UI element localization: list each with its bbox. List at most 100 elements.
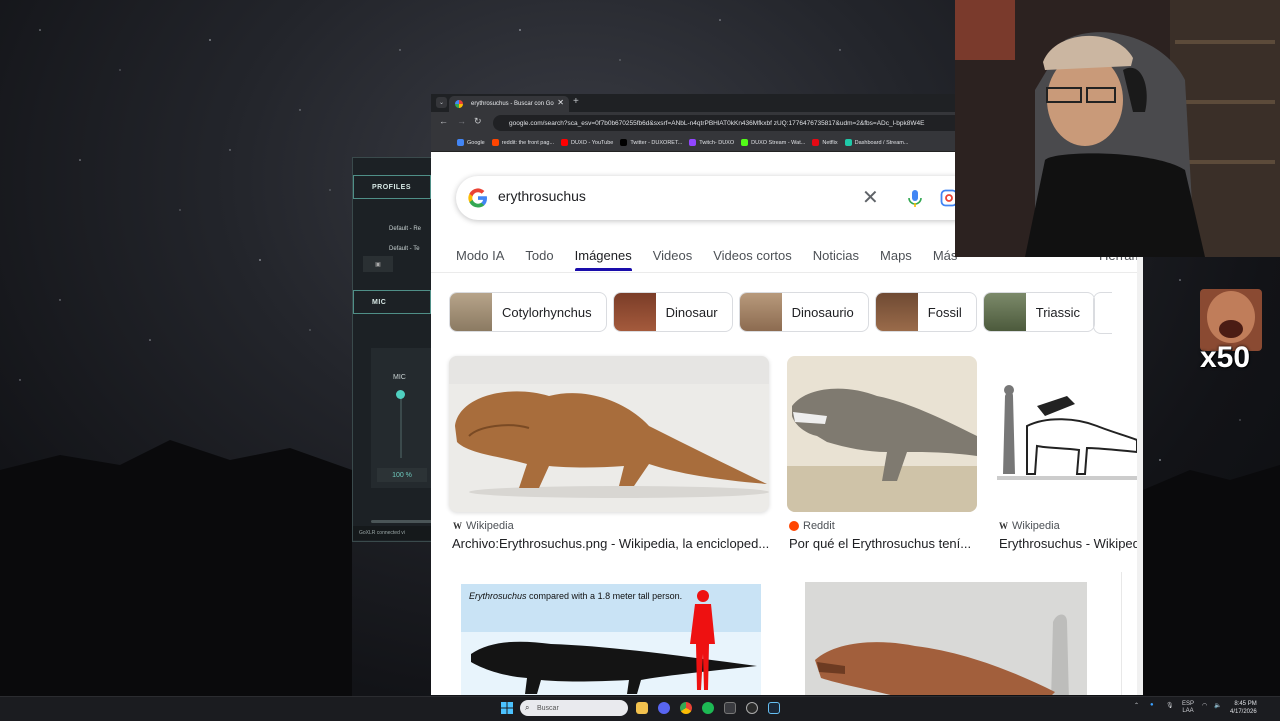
chip-thumbnail [983,293,1026,331]
related-chip[interactable]: Fossil [874,292,977,332]
result-source: Reddit [789,520,835,532]
profile-item[interactable]: Default - Te [389,246,420,252]
result-thumbnail[interactable] [787,356,977,512]
skeleton-diagram [997,385,1137,480]
bookmark-item[interactable]: Twitter - DUXORET... [620,139,682,146]
app-window-icon[interactable] [724,702,736,714]
bookmark-favicon-icon [561,139,569,146]
related-chip[interactable]: Dinosaur [612,292,733,332]
related-chips: Cotylorhynchus Dinosaur Dinosaurio Fossil Tr… [449,292,1096,332]
wikipedia-icon: W [453,521,462,531]
chip-label: Triassic [1035,304,1081,320]
connection-status: GoXLR connected vi [353,526,433,540]
result-title[interactable]: Por qué el Erythrosuchus tení... [789,536,979,551]
browser-tab[interactable]: erythrosuchus - Buscar con Go ✕ [449,96,569,112]
image-result[interactable] [791,572,1101,695]
result-thumbnail [805,582,1087,695]
image-result[interactable] [787,356,977,512]
webcam-overlay [955,0,1280,257]
chip-thumbnail [450,293,492,331]
result-source: W Wikipedia [999,520,1060,532]
search-icon: ⌕ [525,703,530,712]
close-tab-icon[interactable]: ✕ [557,98,564,107]
windows-start-icon[interactable] [501,702,513,714]
file-explorer-icon[interactable] [636,702,648,714]
reddit-icon [789,521,799,531]
tray-app-icon[interactable]: ● [1150,702,1154,708]
bookmark-favicon-icon [457,139,464,146]
search-query: erythrosuchus [498,188,586,204]
spotify-icon[interactable] [702,702,714,714]
result-thumbnail[interactable] [449,356,769,512]
mic-tab[interactable]: MIC [353,290,431,314]
tray-overflow-icon[interactable]: ⌃ [1134,702,1139,709]
image-result[interactable] [449,356,769,512]
chip-thumbnail [613,293,656,331]
chrome-icon[interactable] [680,702,692,714]
bookmark-favicon-icon [741,139,749,146]
windows-taskbar: ⌕ Buscar ⌃ ● 🎙 ESP LAA ◠ 🔈 8:45 PM 4/17/20… [0,696,1280,721]
tab-maps[interactable]: Maps [880,248,912,272]
chip-label: Dinosaurio [791,304,854,320]
tab-modo-ia[interactable]: Modo IA [456,248,504,272]
voice-search-icon[interactable] [906,189,924,209]
image-result[interactable]: Erythrosuchus compared with a 1.8 meter … [449,572,773,695]
tab-imágenes[interactable]: Imágenes [574,248,632,272]
system-clock[interactable]: 8:45 PM 4/17/2026 [1230,700,1257,716]
profile-item[interactable]: Default - Re [389,226,421,232]
mic-gain-slider[interactable] [400,394,402,458]
forward-icon[interactable]: → [457,116,466,126]
tab-search-icon[interactable]: ⌄ [436,97,447,108]
chip-label: Dinosaur [665,304,718,320]
erythrosuchus-painting [787,388,977,512]
streamer-webcam-feed [955,0,1280,257]
search-box[interactable]: erythrosuchus ✕ [456,176,976,220]
tab-todo[interactable]: Todo [525,248,553,272]
bookmark-favicon-icon [491,139,499,146]
chip-overflow[interactable] [1093,292,1112,334]
result-title[interactable]: Erythrosuchus - Wikiped [999,536,1139,551]
result-title[interactable]: Archivo:Erythrosuchus.png - Wikipedia, l… [452,536,772,551]
erythrosuchus-image [449,356,769,498]
related-chip[interactable]: Triassic [982,292,1096,332]
tabs-divider [431,272,1143,273]
result-thumbnail[interactable] [997,356,1137,512]
bookmark-item[interactable]: DUXO - YouTube [561,139,613,146]
reload-icon[interactable]: ↻ [474,116,482,127]
tab-videos-cortos[interactable]: Videos cortos [713,248,792,272]
tab-videos[interactable]: Videos [653,248,693,272]
wifi-icon[interactable]: ◠ [1202,702,1207,709]
bookmark-item[interactable]: Twitch- DUXO [689,139,734,146]
bookmark-item[interactable]: Dashboard / Stream... [844,139,908,146]
horizontal-scrollbar[interactable] [371,520,433,523]
multiplier-badge: x50 [1200,341,1251,374]
clear-search-icon[interactable]: ✕ [862,185,879,210]
bookmark-item[interactable]: reddit: the front pag... [491,139,554,146]
obs-icon[interactable] [746,702,758,714]
mic-gain-slider-handle[interactable] [396,390,405,399]
bookmark-item[interactable]: Google [457,139,485,146]
bookmark-favicon-icon [844,139,852,146]
mic-panel [371,348,433,488]
wikipedia-icon: W [999,521,1008,531]
bookmark-item[interactable]: Netflix [812,139,838,146]
bookmark-item[interactable]: DUXO Stream - Wat... [741,139,805,146]
tab-noticias[interactable]: Noticias [813,248,859,272]
back-icon[interactable]: ← [439,116,448,126]
input-language[interactable]: ESP LAA [1182,701,1194,715]
image-result[interactable] [997,356,1137,512]
mic-label: MIC [393,374,406,381]
volume-icon[interactable]: 🔈 [1214,702,1221,709]
new-tab-button[interactable]: + [573,96,579,107]
tab-más[interactable]: Más [933,248,958,272]
taskbar-search[interactable]: ⌕ Buscar [520,700,628,716]
save-icon[interactable]: ▣ [363,256,393,272]
tray-mic-icon[interactable]: 🎙 [1166,702,1174,709]
related-chip[interactable]: Cotylorhynchus [449,292,607,332]
steam-icon[interactable] [768,702,780,714]
search-tabs: Modo IA Todo Imágenes Videos Videos cortos No… [456,248,978,272]
related-chip[interactable]: Dinosaurio [738,292,869,332]
mic-gain-value[interactable]: 100 % [377,468,427,482]
profiles-tab[interactable]: PROFILES [353,175,431,199]
discord-icon[interactable] [658,702,670,714]
